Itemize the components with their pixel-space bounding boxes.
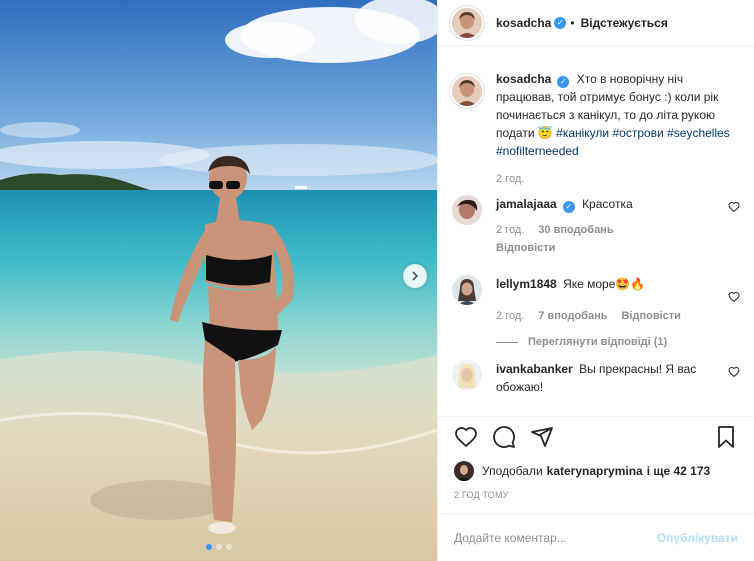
bookmark-icon[interactable]	[714, 425, 738, 449]
likes-user[interactable]: katerynaprymina	[547, 464, 643, 478]
avatar-image	[452, 195, 482, 225]
post-header: kosadcha ✓ • Відстежується	[438, 0, 754, 46]
view-replies-label[interactable]: Переглянути відповіді (1)	[528, 333, 667, 351]
comment-username[interactable]: jamalajaaa	[496, 197, 557, 211]
comment-meta-reply: Відповісти	[496, 239, 718, 257]
verified-icon: ✓	[562, 201, 575, 213]
avatar[interactable]	[452, 7, 482, 38]
post-actions	[438, 416, 754, 456]
post-details-panel: kosadcha ✓ • Відстежується kosadcha ✓ Хто…	[437, 0, 754, 561]
avatar-image	[452, 360, 482, 390]
carousel-indicator	[0, 544, 437, 550]
avatar[interactable]	[452, 195, 482, 225]
replies-divider	[496, 341, 518, 343]
post-comment-button[interactable]: Опублікувати	[657, 531, 738, 545]
avatar-image	[452, 76, 482, 106]
comment-likes[interactable]: 30 вподобань	[538, 221, 613, 239]
beach-photo	[0, 0, 437, 561]
carousel-dot	[215, 544, 222, 550]
share-icon[interactable]	[530, 425, 554, 449]
comment-item: lellym1848 Яке море🤩🔥 2 год. 7 вподобань…	[452, 275, 740, 360]
comment-username[interactable]: lellym1848	[496, 277, 557, 291]
avatar-image	[452, 275, 482, 305]
like-comment-heart-icon[interactable]	[728, 366, 740, 378]
next-photo-button[interactable]	[403, 264, 427, 288]
comment-icon[interactable]	[492, 425, 516, 449]
avatar[interactable]	[452, 360, 482, 390]
avatar-image	[452, 7, 482, 38]
avatar-image	[454, 461, 474, 481]
carousel-dot	[225, 544, 232, 550]
caption-username[interactable]: kosadcha	[496, 72, 551, 86]
add-comment-form: Опублікувати	[438, 514, 754, 561]
verified-icon: ✓	[557, 76, 570, 88]
caption-time[interactable]: 2 год.	[496, 170, 524, 188]
avatar[interactable]	[454, 461, 474, 481]
heart-icon[interactable]	[454, 425, 478, 449]
likes-count[interactable]: і ще 42 173	[647, 464, 711, 478]
verified-icon: ✓	[554, 16, 567, 29]
hashtag[interactable]: #nofilterneeded	[496, 144, 579, 158]
comment-time[interactable]: 2 год.	[496, 221, 524, 239]
comment-time[interactable]: 2 год.	[496, 307, 524, 325]
post-time[interactable]: 2 ГОД ТОМУ	[454, 490, 509, 500]
reply-button[interactable]: Відповісти	[496, 239, 555, 257]
follow-status[interactable]: Відстежується	[581, 16, 668, 30]
comments-list: kosadcha ✓ Хто в новорічну ніч працював, …	[452, 70, 740, 410]
like-comment-heart-icon[interactable]	[728, 291, 740, 303]
comment-username[interactable]: ivankabanker	[496, 362, 573, 376]
chevron-right-icon	[412, 271, 419, 281]
likes-prefix: Уподобали	[482, 464, 543, 478]
hashtag[interactable]: #канікули	[556, 126, 609, 140]
view-replies[interactable]: Переглянути відповіді (1)	[496, 333, 718, 351]
avatar[interactable]	[452, 275, 482, 305]
carousel-dot	[205, 544, 212, 550]
post-photo[interactable]	[0, 0, 437, 561]
comment-text: Яке море🤩🔥	[563, 277, 646, 291]
comment-item: jamalajaaa ✓ Красотка 2 год. 30 вподобань…	[452, 195, 740, 275]
like-comment-heart-icon[interactable]	[728, 201, 740, 213]
caption-meta: 2 год.	[496, 170, 740, 188]
reply-button[interactable]: Відповісти	[621, 307, 680, 325]
header-username[interactable]: kosadcha	[496, 16, 551, 30]
comment-input[interactable]	[454, 531, 657, 545]
likes-summary: Уподобали katerynaprymina і ще 42 173	[454, 461, 710, 481]
hashtag[interactable]: #острови	[612, 126, 663, 140]
comment-meta: 2 год. 7 вподобань Відповісти	[496, 307, 718, 325]
caption-text: kosadcha ✓ Хто в новорічну ніч працював, …	[496, 70, 740, 160]
comment-likes[interactable]: 7 вподобань	[538, 307, 607, 325]
comment-text: Красотка	[582, 197, 633, 211]
comment-meta: 2 год. 30 вподобань	[496, 221, 718, 239]
avatar[interactable]	[452, 76, 482, 106]
hashtag[interactable]: #seychelles	[667, 126, 730, 140]
caption: kosadcha ✓ Хто в новорічну ніч працював, …	[452, 70, 740, 195]
comment-item: ivankabanker Вы прекрасны! Я вас обожаю!	[452, 360, 740, 410]
header-separator: •	[570, 15, 575, 30]
